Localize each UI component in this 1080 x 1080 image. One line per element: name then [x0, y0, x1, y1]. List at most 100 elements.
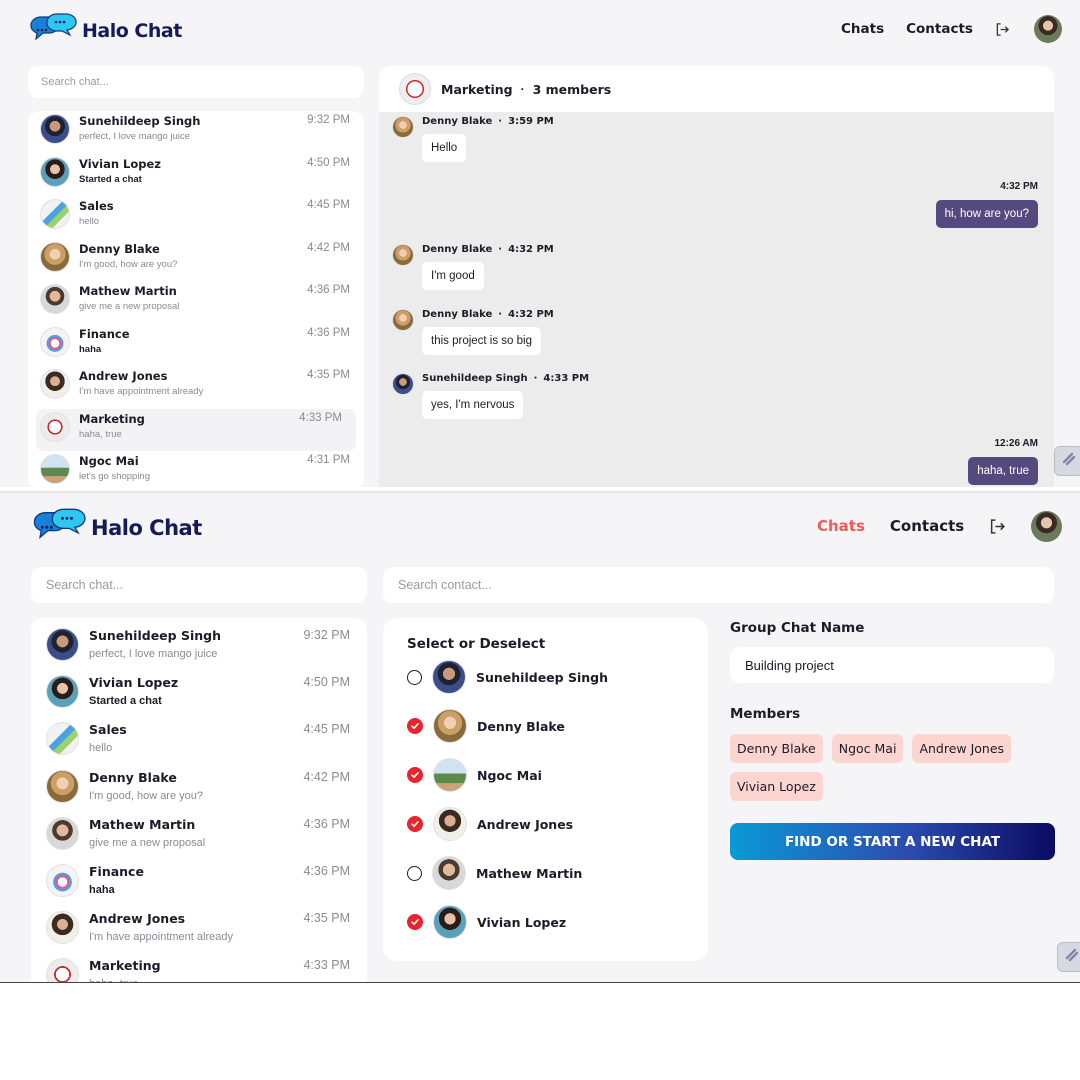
- chat-list-item[interactable]: Mathew Martin give me a new proposal 4:36 …: [28, 281, 364, 324]
- message-bubble: haha, true: [968, 457, 1038, 485]
- user-avatar[interactable]: [1033, 15, 1062, 43]
- contact-name: Andrew Jones: [477, 816, 574, 832]
- chat-time: 9:32 PM: [303, 628, 350, 642]
- checked-circle-icon[interactable]: [407, 816, 423, 832]
- chat-name: Marketing: [79, 411, 145, 426]
- search-contact-input[interactable]: [383, 567, 1054, 603]
- logout-icon[interactable]: [989, 518, 1006, 535]
- member-chip[interactable]: Andrew Jones: [912, 734, 1012, 763]
- contact-avatar: [40, 284, 70, 314]
- chat-list-item[interactable]: Sales hello 4:45 PM: [31, 712, 367, 759]
- last-message: I'm have appointment already: [89, 931, 233, 944]
- chat-name: Mathew Martin: [89, 816, 196, 832]
- checked-circle-icon[interactable]: [407, 767, 423, 783]
- contact-avatar: [433, 758, 467, 792]
- group-name-input[interactable]: [730, 647, 1054, 683]
- nav-contacts-link[interactable]: Contacts: [906, 21, 973, 37]
- member-chip[interactable]: Denny Blake: [730, 734, 823, 763]
- contact-select-row[interactable]: Mathew Martin: [407, 856, 582, 890]
- chat-list-item[interactable]: Marketinghaha, true4:33 PM: [31, 948, 367, 983]
- meta-dot: ·: [533, 373, 538, 384]
- chat-view-screenshot: Halo Chat Chats Contacts Sunehildeep Sin…: [0, 0, 1080, 487]
- last-message: I'm have appointment already: [79, 386, 204, 397]
- nav-chats-link[interactable]: Chats: [817, 517, 865, 535]
- contact-select-row[interactable]: Vivian Lopez: [407, 905, 566, 939]
- checked-circle-icon[interactable]: [407, 718, 423, 734]
- floating-link-button[interactable]: [1057, 942, 1080, 972]
- incoming-message: Denny Blake · 4:32 PM this project is so bi…: [392, 309, 554, 355]
- message-meta: Denny Blake · 4:32 PM: [422, 244, 554, 255]
- chat-list-item[interactable]: Marketinghaha, true4:33 PM: [36, 408, 356, 451]
- app-logo[interactable]: Halo Chat: [27, 13, 182, 48]
- chat-list-item[interactable]: Finance haha 4:36 PM: [31, 854, 367, 901]
- logout-icon[interactable]: [995, 22, 1010, 37]
- chat-list: Sunehildeep Singh perfect, I love mango j…: [28, 111, 364, 487]
- chat-name: Andrew Jones: [89, 911, 186, 927]
- contact-avatar: [40, 156, 70, 187]
- last-message: let's go shopping: [79, 471, 151, 482]
- contact-select-row[interactable]: Denny Blake: [407, 709, 565, 743]
- message-bubble: I'm good: [422, 262, 484, 290]
- chat-list-item[interactable]: Sunehildeep Singh perfect, I love mango j…: [28, 111, 364, 154]
- chat-list-item[interactable]: Finance haha 4:36 PM: [28, 324, 364, 367]
- chat-time: 4:35 PM: [303, 911, 350, 926]
- member-chip[interactable]: Vivian Lopez: [730, 772, 823, 801]
- search-chat-input[interactable]: [28, 66, 364, 98]
- group-avatar: [399, 73, 431, 105]
- message-meta: Sunehildeep Singh · 4:33 PM: [422, 373, 589, 384]
- chat-list-item[interactable]: Vivian Lopez Started a chat 4:50 PM: [31, 665, 367, 712]
- checked-circle-icon[interactable]: [407, 914, 423, 930]
- chat-list-item[interactable]: Sunehildeep Singh perfect, I love mango j…: [31, 618, 367, 665]
- chat-time: 4:45 PM: [307, 199, 350, 211]
- last-message: give me a new proposal: [79, 301, 180, 312]
- nav-chats-link[interactable]: Chats: [841, 21, 884, 37]
- app-title: Halo Chat: [91, 515, 202, 540]
- select-title: Select or Deselect: [407, 636, 546, 652]
- chat-time: 4:50 PM: [303, 675, 350, 690]
- chat-list-item[interactable]: Denny Blake I'm good, how are you? 4:42 PM: [28, 239, 364, 282]
- unchecked-circle-icon[interactable]: [407, 669, 422, 685]
- contact-avatar: [433, 709, 467, 743]
- chat-list-item[interactable]: Denny Blake I'm good, how are you? 4:42 PM: [31, 760, 367, 807]
- sender-avatar: [392, 309, 414, 331]
- app-logo[interactable]: Halo Chat: [30, 508, 202, 547]
- incoming-message: Sunehildeep Singh · 4:33 PM yes, I'm nervou…: [392, 373, 589, 419]
- chat-list-item[interactable]: Andrew Jones I'm have appointment already…: [31, 901, 367, 948]
- user-avatar[interactable]: [1031, 510, 1063, 542]
- chat-name: Marketing: [89, 958, 161, 974]
- chat-list-item[interactable]: Sales hello 4:45 PM: [28, 196, 364, 239]
- chat-name: Sales: [89, 722, 127, 738]
- meta-dot: ·: [498, 244, 503, 255]
- chat-name: Denny Blake: [79, 241, 160, 256]
- sender-name: Denny Blake: [422, 116, 493, 127]
- last-message: Started a chat: [79, 173, 142, 185]
- chat-list-item[interactable]: Andrew Jones I'm have appointment already…: [28, 366, 364, 409]
- unchecked-circle-icon[interactable]: [407, 865, 422, 881]
- message-time: 12:26 AM: [994, 438, 1038, 449]
- contact-select-row[interactable]: Ngoc Mai: [407, 758, 542, 792]
- last-message: hello: [79, 216, 100, 227]
- contact-avatar: [46, 863, 79, 897]
- contact-select-row[interactable]: Andrew Jones: [407, 807, 573, 841]
- member-chips: Denny Blake Ngoc Mai Andrew Jones Vivian Lo…: [730, 734, 1054, 801]
- contact-name: Denny Blake: [477, 718, 565, 734]
- contact-avatar: [432, 660, 466, 694]
- chat-time: 4:33 PM: [303, 958, 350, 973]
- contact-select-row[interactable]: Sunehildeep Singh: [407, 660, 608, 694]
- nav-contacts-link[interactable]: Contacts: [890, 517, 964, 535]
- find-or-start-chat-button[interactable]: FIND OR START A NEW CHAT: [730, 823, 1055, 860]
- chat-name: Vivian Lopez: [79, 156, 161, 171]
- chat-list-item[interactable]: Ngoc Mai let's go shopping 4:31 PM: [28, 451, 364, 487]
- top-nav: Chats Contacts: [841, 15, 1062, 43]
- message-bubble: Hello: [422, 134, 467, 162]
- contact-avatar: [46, 958, 79, 983]
- chat-list-item[interactable]: Mathew Martin give me a new proposal 4:36 …: [31, 807, 367, 854]
- chat-header-name: Marketing: [441, 81, 513, 97]
- contact-avatar: [40, 199, 70, 229]
- floating-link-button[interactable]: [1054, 446, 1080, 476]
- search-chat-input[interactable]: [31, 567, 367, 603]
- member-chip[interactable]: Ngoc Mai: [831, 734, 904, 763]
- chat-list-item[interactable]: Vivian Lopez Started a chat 4:50 PM: [28, 154, 364, 197]
- chat-name: Vivian Lopez: [89, 675, 179, 691]
- chat-time: 4:36 PM: [307, 284, 350, 296]
